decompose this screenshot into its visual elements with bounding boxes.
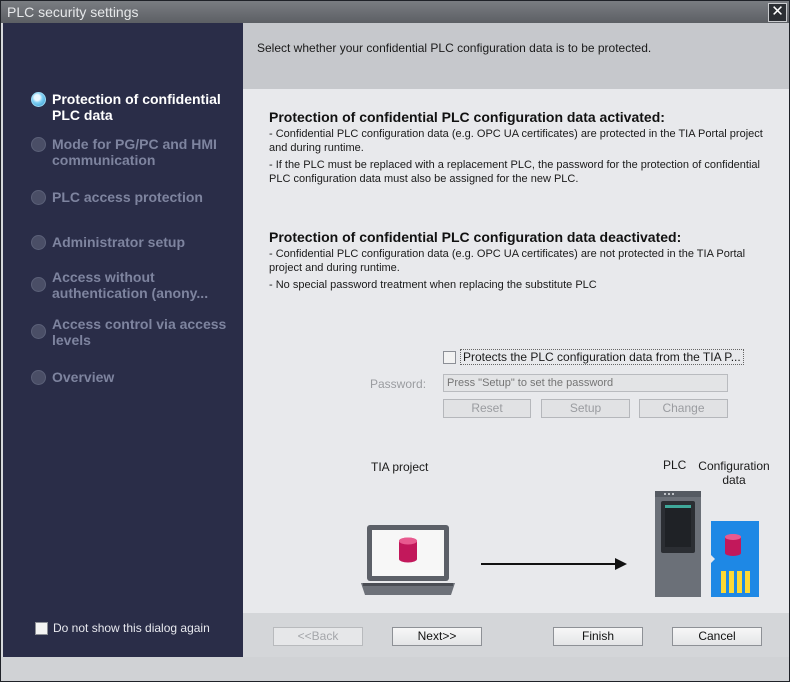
reset-button[interactable]: Reset [443, 399, 531, 418]
sidebar-item-pg-pc-hmi-mode[interactable]: Mode for PG/PC and HMI communication [31, 136, 236, 168]
cancel-button[interactable]: Cancel [672, 627, 762, 646]
tia-project-label: TIA project [371, 460, 429, 474]
title-bar: PLC security settings ✕ [1, 1, 789, 23]
sidebar-item-plc-access-protection[interactable]: PLC access protection [31, 189, 236, 205]
dialog-window: PLC security settings ✕ Protection of co… [0, 0, 790, 682]
back-button[interactable]: <<Back [273, 627, 363, 646]
sd-card-icon [711, 521, 759, 597]
sidebar-item-label: PLC access protection [52, 189, 203, 205]
checkbox-box[interactable] [443, 350, 456, 364]
arrow-right-icon [481, 558, 627, 570]
sidebar-item-label: Access without authentication (anony... [52, 269, 209, 301]
header-instruction: Select whether your confidential PLC con… [257, 41, 652, 55]
plc-label: PLC [663, 458, 687, 472]
setup-button[interactable]: Setup [541, 399, 630, 418]
sidebar-item-label: Protection of confidential PLC data [52, 91, 221, 123]
protect-config-checkbox[interactable]: Protects the PLC configuration data from… [443, 349, 744, 365]
step-indicator-icon [31, 370, 46, 385]
laptop-icon [361, 525, 455, 595]
sidebar-item-access-without-auth[interactable]: Access without authentication (anony... [31, 269, 236, 301]
protect-config-label: Protects the PLC configuration data from… [460, 349, 744, 365]
step-indicator-icon [31, 235, 46, 250]
activated-line-1: - Confidential PLC configuration data (e… [269, 128, 763, 154]
password-input[interactable] [443, 374, 728, 392]
sidebar-item-label: Overview [52, 369, 115, 385]
deactivated-line-1: - Confidential PLC configuration data (e… [269, 248, 746, 274]
checkbox-box[interactable] [35, 621, 48, 635]
step-indicator-icon [31, 277, 46, 292]
password-label: Password: [370, 377, 427, 391]
status-bar [1, 657, 789, 681]
configuration-data-label: Configuration data [698, 459, 770, 487]
sidebar-item-label: Administrator setup [52, 234, 186, 250]
header-band: Select whether your confidential PLC con… [243, 23, 789, 89]
sidebar: Protection of confidential PLC data Mode… [3, 23, 243, 657]
step-indicator-icon [31, 92, 46, 107]
close-button[interactable]: ✕ [768, 3, 787, 22]
step-indicator-icon [31, 324, 46, 339]
activated-title: Protection of confidential PLC configura… [269, 109, 665, 125]
close-icon: ✕ [771, 3, 784, 20]
sidebar-item-overview[interactable]: Overview [31, 369, 236, 385]
deactivated-line-2: - No special password treatment when rep… [269, 279, 597, 291]
dont-show-again-checkbox[interactable]: Do not show this dialog again [35, 621, 210, 635]
step-indicator-icon [31, 137, 46, 152]
change-button[interactable]: Change [639, 399, 728, 418]
sidebar-item-label: Access control via access levels [52, 316, 227, 348]
plc-device-icon [655, 491, 701, 597]
sidebar-item-access-levels[interactable]: Access control via access levels [31, 316, 236, 348]
step-indicator-icon [31, 190, 46, 205]
sidebar-item-protection-confidential-data[interactable]: Protection of confidential PLC data [31, 91, 236, 123]
sidebar-item-label: Mode for PG/PC and HMI communication [52, 136, 217, 168]
main-panel: Select whether your confidential PLC con… [243, 23, 789, 657]
finish-button[interactable]: Finish [553, 627, 643, 646]
activated-line-2: - If the PLC must be replaced with a rep… [269, 159, 760, 185]
sidebar-item-administrator-setup[interactable]: Administrator setup [31, 234, 236, 250]
next-button[interactable]: Next>> [392, 627, 482, 646]
window-title: PLC security settings [7, 4, 139, 20]
dont-show-again-label: Do not show this dialog again [53, 621, 210, 635]
deactivated-title: Protection of confidential PLC configura… [269, 229, 682, 245]
